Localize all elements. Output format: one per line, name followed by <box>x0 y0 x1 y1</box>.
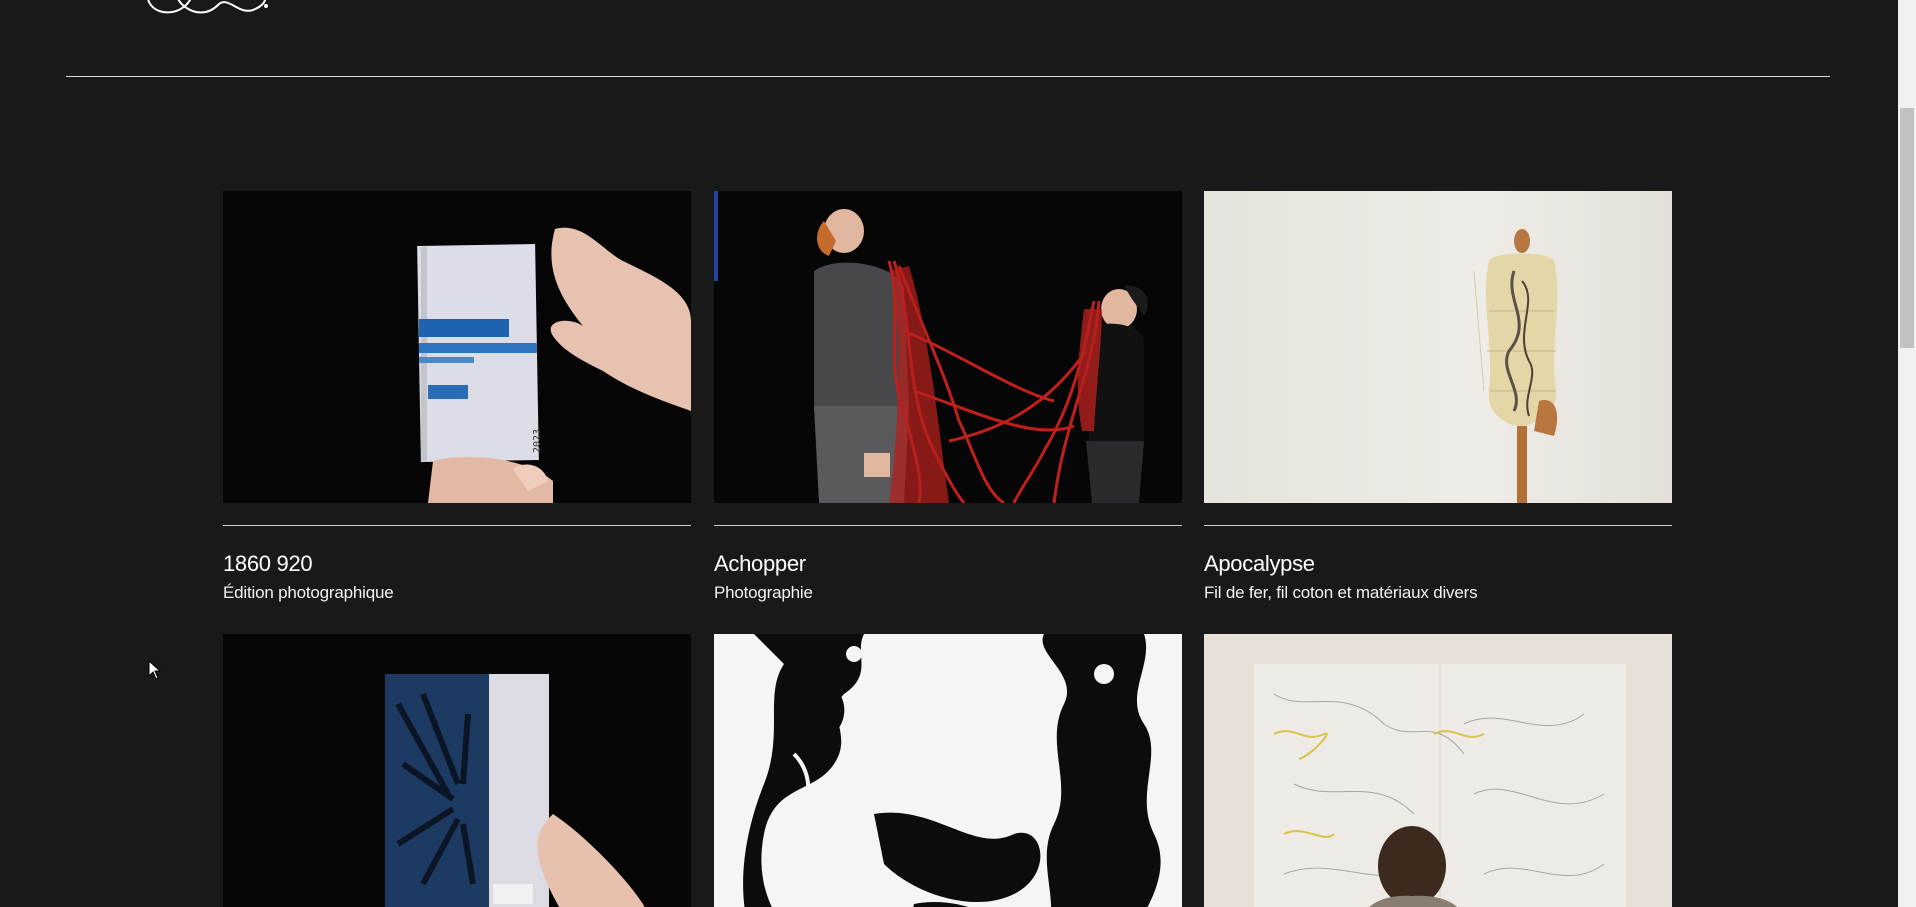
portfolio-page: 2023 1860 920 Édition photographique Ach… <box>0 0 1916 907</box>
project-thumbnail[interactable] <box>223 634 691 907</box>
project-medium: Photographie <box>714 583 813 602</box>
project-title[interactable]: Apocalypse <box>1204 551 1315 577</box>
mouse-cursor-icon <box>148 660 162 680</box>
project-thumbnail[interactable] <box>714 634 1182 907</box>
mannequin-photo-image <box>1204 191 1672 503</box>
book-year-label: 2023 <box>532 429 543 453</box>
site-logo[interactable] <box>138 0 278 20</box>
project-thumbnail[interactable]: 2023 <box>223 191 691 503</box>
project-title[interactable]: 1860 920 <box>223 551 313 577</box>
scrollbar-thumb[interactable] <box>1900 108 1914 348</box>
project-thumbnail[interactable] <box>714 191 1182 503</box>
project-medium: Édition photographique <box>223 583 394 602</box>
project-thumbnail[interactable] <box>1204 634 1672 907</box>
project-title[interactable]: Achopper <box>714 551 806 577</box>
project-thumbnail[interactable] <box>1204 191 1672 503</box>
wall-drawing-image <box>1204 634 1672 907</box>
header-divider <box>66 76 1830 77</box>
book-photo-image: 2023 <box>223 191 691 503</box>
print-artwork-image <box>714 634 1182 907</box>
signature-logo-icon <box>147 0 268 14</box>
zine-photo-image <box>223 634 691 907</box>
card-divider <box>223 525 691 526</box>
project-medium: Fil de fer, fil coton et matériaux diver… <box>1204 583 1478 602</box>
page-scrollbar[interactable] <box>1898 0 1916 907</box>
card-divider <box>714 525 1182 526</box>
performance-photo-image <box>714 191 1182 503</box>
card-divider <box>1204 525 1672 526</box>
